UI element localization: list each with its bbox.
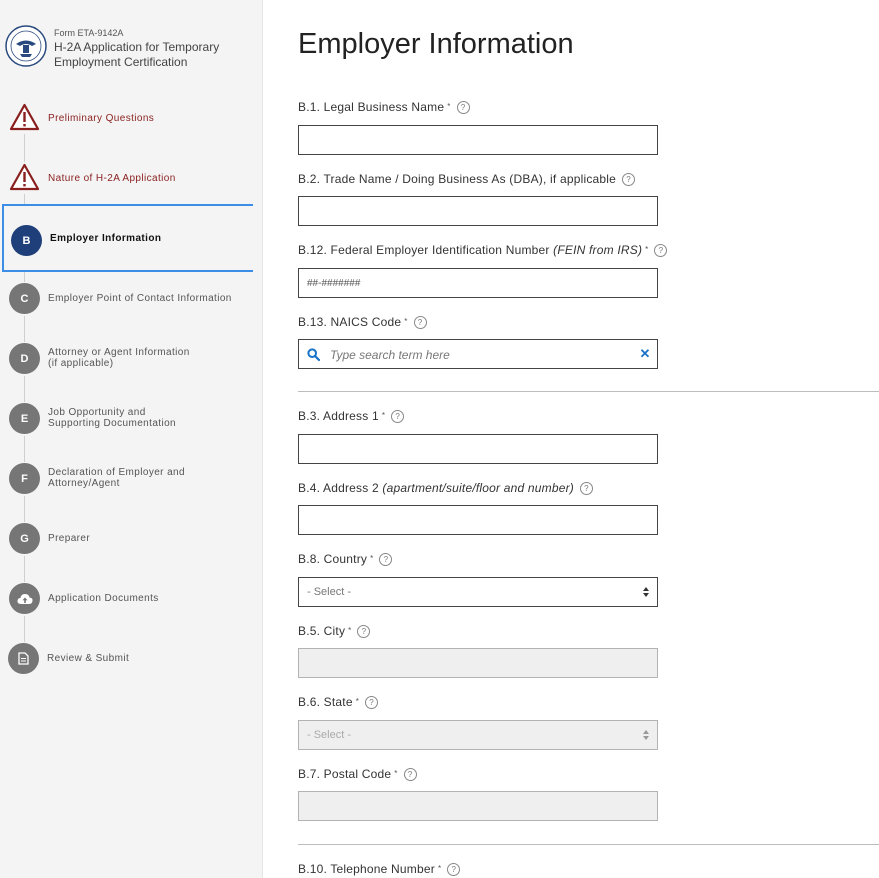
- warning-icon: [9, 103, 40, 131]
- address2-input[interactable]: [298, 505, 658, 535]
- page-title: Employer Information: [298, 28, 574, 60]
- step-marker: B: [11, 225, 42, 256]
- step-attorney-agent[interactable]: D Attorney or Agent Information (if appl…: [0, 336, 262, 380]
- step-declaration[interactable]: F Declaration of Employer and Attorney/A…: [0, 456, 262, 500]
- select-caret-icon: [643, 587, 649, 597]
- fein-placeholder: ##-#######: [307, 277, 361, 289]
- address2-label: B.4. Address 2 (apartment/suite/floor an…: [298, 481, 593, 496]
- step-label: Employer Information: [50, 232, 162, 244]
- step-marker: C: [9, 283, 40, 314]
- step-preparer[interactable]: G Preparer: [0, 516, 262, 560]
- warning-icon: [9, 163, 40, 191]
- step-preliminary-questions[interactable]: Preliminary Questions: [0, 96, 262, 140]
- form-number: Form ETA-9142A: [54, 28, 124, 38]
- fein-label: B.12. Federal Employer Identification Nu…: [298, 243, 668, 258]
- legal-business-name-label: B.1. Legal Business Name *?: [298, 100, 470, 115]
- section-divider: [298, 391, 879, 392]
- country-select[interactable]: - Select -: [298, 577, 658, 607]
- city-input: [298, 648, 658, 678]
- help-icon[interactable]: ?: [654, 244, 668, 258]
- step-job-opportunity[interactable]: E Job Opportunity and Supporting Documen…: [0, 396, 262, 440]
- help-icon[interactable]: ?: [456, 101, 470, 115]
- step-review-submit[interactable]: Review & Submit: [0, 636, 262, 680]
- step-marker: E: [9, 403, 40, 434]
- step-label: Preparer: [48, 532, 91, 544]
- telephone-label: B.10. Telephone Number *?: [298, 862, 461, 877]
- step-label: Application Documents: [48, 592, 159, 604]
- clear-icon[interactable]: ✕: [639, 347, 651, 361]
- trade-name-input[interactable]: [298, 196, 658, 226]
- postal-code-label: B.7. Postal Code *?: [298, 767, 417, 782]
- select-caret-icon: [643, 730, 649, 740]
- step-label: Declaration of Employer and Attorney/Age…: [48, 467, 185, 489]
- help-icon[interactable]: ?: [447, 863, 461, 877]
- step-label: Review & Submit: [47, 652, 130, 664]
- step-label: Employer Point of Contact Information: [48, 292, 232, 304]
- help-icon[interactable]: ?: [413, 316, 427, 330]
- country-select-value: - Select -: [307, 586, 352, 598]
- step-label: Preliminary Questions: [48, 112, 155, 124]
- step-label: Attorney or Agent Information (if applic…: [48, 347, 190, 369]
- step-label: Job Opportunity and Supporting Documenta…: [48, 407, 177, 429]
- legal-business-name-input[interactable]: [298, 125, 658, 155]
- naics-code-label: B.13. NAICS Code *?: [298, 315, 427, 330]
- step-marker: D: [9, 343, 40, 374]
- step-marker: G: [9, 523, 40, 554]
- cloud-upload-icon: [9, 583, 40, 614]
- help-icon[interactable]: ?: [579, 482, 593, 496]
- help-icon[interactable]: ?: [379, 553, 393, 567]
- naics-placeholder: Type search term here: [330, 348, 450, 362]
- help-icon[interactable]: ?: [403, 768, 417, 782]
- state-select-value: - Select -: [307, 729, 352, 741]
- help-icon[interactable]: ?: [365, 696, 379, 710]
- step-employer-information[interactable]: B Employer Information: [2, 204, 253, 272]
- state-select: - Select -: [298, 720, 658, 750]
- step-label: Nature of H-2A Application: [48, 172, 176, 184]
- naics-search-input[interactable]: Type search term here ✕: [298, 339, 658, 369]
- step-application-documents[interactable]: Application Documents: [0, 576, 262, 620]
- address1-input[interactable]: [298, 434, 658, 464]
- application-title: H-2A Application for Temporary Employmen…: [54, 40, 220, 69]
- fein-input[interactable]: ##-#######: [298, 268, 658, 298]
- dol-seal-logo: [5, 25, 47, 67]
- help-icon[interactable]: ?: [622, 173, 636, 187]
- step-nature-of-application[interactable]: Nature of H-2A Application: [0, 156, 262, 200]
- city-label: B.5. City *?: [298, 624, 371, 639]
- address1-label: B.3. Address 1 *?: [298, 409, 405, 424]
- brand: Form ETA-9142A H-2A Application for Temp…: [5, 25, 257, 75]
- main-content: Employer Information B.1. Legal Business…: [262, 0, 879, 878]
- trade-name-label: B.2. Trade Name / Doing Business As (DBA…: [298, 172, 636, 187]
- country-label: B.8. Country *?: [298, 552, 393, 567]
- sidebar: Form ETA-9142A H-2A Application for Temp…: [0, 0, 263, 878]
- postal-code-input: [298, 791, 658, 821]
- search-icon: [307, 348, 320, 361]
- section-divider: [298, 844, 879, 845]
- help-icon[interactable]: ?: [357, 625, 371, 639]
- step-employer-contact[interactable]: C Employer Point of Contact Information: [0, 276, 262, 320]
- step-marker: F: [9, 463, 40, 494]
- help-icon[interactable]: ?: [391, 410, 405, 424]
- state-label: B.6. State *?: [298, 695, 379, 710]
- document-icon: [8, 643, 39, 674]
